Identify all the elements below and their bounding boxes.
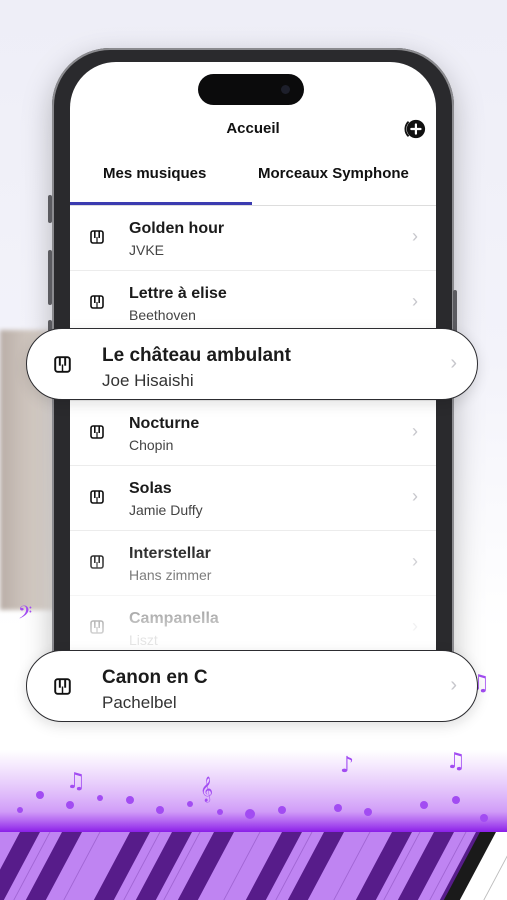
song-title: Nocturne [129, 415, 200, 432]
piano-icon [90, 295, 104, 309]
page-title: Accueil [226, 120, 280, 137]
svg-text:𝄢: 𝄢 [18, 603, 32, 628]
phone-volume-up [48, 250, 52, 305]
list-item[interactable]: Interstellar Hans zimmer › [70, 531, 436, 596]
tab-bar: Mes musiques Morceaux Symphone [70, 162, 436, 204]
song-title: Lettre à elise [129, 285, 227, 302]
highlighted-song-card[interactable]: Le château ambulant Joe Hisaishi › [26, 328, 478, 400]
chevron-right-icon: › [412, 226, 418, 246]
song-artist: Pachelbel [102, 693, 177, 712]
svg-text:♫: ♫ [66, 769, 86, 794]
piano-icon [90, 230, 104, 244]
piano-icon [90, 425, 104, 439]
song-artist: Hans zimmer [129, 567, 212, 583]
song-title: Golden hour [129, 220, 225, 237]
list-item[interactable]: Golden hour JVKE › [70, 206, 436, 271]
list-item[interactable]: Solas Jamie Duffy › [70, 466, 436, 531]
piano-keys-decoration: 𝄢 𝄞 ♪ ♫ ♫ ♫ [0, 603, 507, 900]
list-item[interactable]: Nocturne Chopin › [70, 401, 436, 466]
piano-icon [54, 678, 71, 695]
song-title: Canon en C [102, 667, 208, 688]
phone-side-button [48, 195, 52, 223]
song-title: Interstellar [129, 545, 211, 562]
song-artist: Joe Hisaishi [102, 371, 194, 390]
piano-icon [90, 555, 104, 569]
add-circle-icon[interactable] [404, 118, 426, 140]
piano-icon [54, 356, 71, 373]
svg-text:𝄞: 𝄞 [200, 776, 213, 802]
camera-icon [281, 85, 290, 94]
tab-morceaux-symphone[interactable]: Morceaux Symphone [258, 162, 409, 204]
chevron-right-icon: › [450, 352, 457, 374]
chevron-right-icon: › [412, 421, 418, 441]
song-artist: Jamie Duffy [129, 502, 203, 518]
svg-text:♪: ♪ [340, 753, 354, 778]
chevron-right-icon: › [412, 486, 418, 506]
tab-mes-musiques[interactable]: Mes musiques [103, 162, 206, 204]
song-title: Solas [129, 480, 172, 497]
dynamic-island [198, 74, 304, 105]
piano-icon [90, 490, 104, 504]
svg-text:♫: ♫ [446, 749, 466, 774]
chevron-right-icon: › [412, 291, 418, 311]
song-title: Le château ambulant [102, 345, 291, 366]
tab-selected-indicator [70, 202, 252, 205]
list-item[interactable]: Lettre à elise Beethoven › [70, 271, 436, 336]
highlighted-song-card[interactable]: Canon en C Pachelbel › [26, 650, 478, 722]
song-artist: JVKE [129, 242, 165, 258]
chevron-right-icon: › [450, 674, 457, 696]
song-artist: Beethoven [129, 307, 196, 323]
song-artist: Chopin [129, 437, 174, 453]
chevron-right-icon: › [412, 551, 418, 571]
